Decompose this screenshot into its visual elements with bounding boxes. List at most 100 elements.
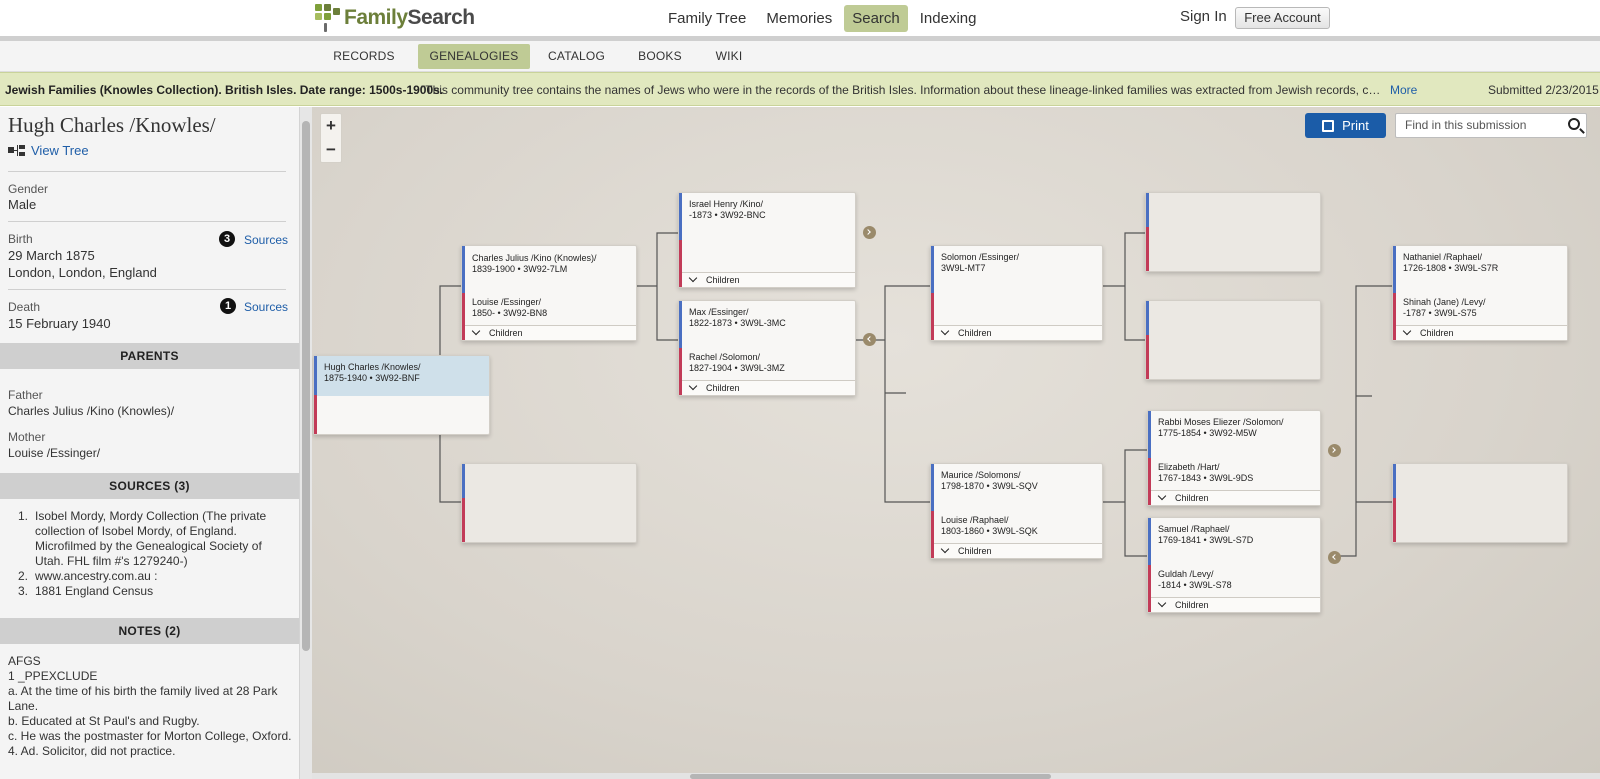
nav-indexing[interactable]: Indexing bbox=[912, 5, 985, 32]
couple-card-parents[interactable]: Charles Julius /Kino (Knowles)/ 1839-190… bbox=[461, 245, 637, 341]
expand-ancestors-arrow-icon[interactable] bbox=[863, 226, 876, 239]
children-toggle[interactable]: Children bbox=[1396, 325, 1567, 340]
empty-couple-card[interactable] bbox=[1145, 192, 1321, 272]
gender-label: Gender bbox=[8, 182, 49, 196]
empty-couple-card[interactable] bbox=[1392, 463, 1568, 543]
pedigree-canvas[interactable]: + − Print Find in this submission Hugh C… bbox=[312, 107, 1600, 779]
subnav-genealogies[interactable]: GENEALOGIES bbox=[418, 44, 530, 69]
collection-title: Jewish Families (Knowles Collection). Br… bbox=[5, 83, 444, 97]
scrollbar-thumb[interactable] bbox=[690, 774, 1051, 779]
print-button[interactable]: Print bbox=[1305, 113, 1386, 138]
children-label: Children bbox=[489, 328, 523, 338]
tree-logo-icon bbox=[315, 4, 341, 32]
card-father[interactable]: Samuel /Raphael/ 1769-1841 • 3W9L-S7D bbox=[1158, 524, 1253, 546]
scrollbar-thumb[interactable] bbox=[302, 121, 310, 651]
children-label: Children bbox=[958, 546, 992, 556]
couple-card-solomon-essinger[interactable]: Solomon /Essinger/ 3W9L-MT7 Children bbox=[930, 245, 1103, 341]
couple-card-nathaniel-raphael[interactable]: Nathaniel /Raphael/ 1726-1808 • 3W9L-S7R… bbox=[1392, 245, 1568, 341]
subnav-wiki[interactable]: WIKI bbox=[707, 44, 751, 69]
card-father[interactable]: Charles Julius /Kino (Knowles)/ 1839-190… bbox=[472, 253, 597, 275]
card-mother[interactable]: Elizabeth /Hart/ 1767-1843 • 3W9L-9DS bbox=[1158, 462, 1253, 484]
sources-header: SOURCES (3) bbox=[0, 473, 299, 499]
person-name: Solomon /Essinger/ bbox=[941, 252, 1020, 262]
children-label: Children bbox=[706, 275, 740, 285]
empty-couple-card[interactable] bbox=[1145, 300, 1321, 380]
main-nav: Family Tree Memories Search Indexing bbox=[660, 3, 988, 33]
children-toggle[interactable]: Children bbox=[682, 380, 855, 395]
left-panel-scrollbar[interactable] bbox=[299, 107, 312, 779]
person-info: 1827-1904 • 3W9L-3MZ bbox=[689, 363, 785, 373]
nav-memories[interactable]: Memories bbox=[758, 5, 840, 32]
card-mother[interactable]: Rachel /Solomon/ 1827-1904 • 3W9L-3MZ bbox=[689, 352, 785, 374]
zoom-out-button[interactable]: − bbox=[321, 138, 341, 162]
nav-family-tree[interactable]: Family Tree bbox=[660, 5, 754, 32]
nav-search[interactable]: Search bbox=[844, 4, 908, 32]
card-father[interactable]: Hugh Charles /Knowles/ 1875-1940 • 3W92-… bbox=[324, 362, 421, 384]
children-toggle[interactable]: Children bbox=[682, 272, 855, 287]
subnav-records[interactable]: RECORDS bbox=[328, 44, 400, 69]
card-father[interactable]: Max /Essinger/ 1822-1873 • 3W9L-3MC bbox=[689, 307, 786, 329]
couple-card-moses-solomon[interactable]: Rabbi Moses Eliezer /Solomon/ 1775-1854 … bbox=[1147, 410, 1321, 506]
find-in-submission-input[interactable]: Find in this submission bbox=[1395, 113, 1587, 138]
card-mother[interactable]: Guldah /Levy/ -1814 • 3W9L-S78 bbox=[1158, 569, 1232, 591]
children-label: Children bbox=[1175, 600, 1209, 610]
card-mother[interactable]: Louise /Raphael/ 1803-1860 • 3W9L-SQK bbox=[941, 515, 1038, 537]
children-toggle[interactable]: Children bbox=[934, 543, 1102, 558]
expand-ancestors-arrow-icon[interactable] bbox=[1328, 444, 1341, 457]
person-card-root[interactable]: Hugh Charles /Knowles/ 1875-1940 • 3W92-… bbox=[313, 355, 490, 435]
empty-couple-card[interactable] bbox=[461, 463, 637, 543]
more-link[interactable]: More bbox=[1390, 83, 1417, 97]
familysearch-logo[interactable]: FamilySearch bbox=[315, 3, 475, 33]
card-father[interactable]: Rabbi Moses Eliezer /Solomon/ 1775-1854 … bbox=[1158, 417, 1284, 439]
children-toggle[interactable]: Children bbox=[1151, 490, 1320, 505]
chevron-down-icon bbox=[688, 273, 698, 283]
card-mother[interactable]: Louise /Essinger/ 1850- • 3W92-BN8 bbox=[472, 297, 547, 319]
children-toggle[interactable]: Children bbox=[465, 325, 636, 340]
note-line: b. Educated at St Paul's and Rugby. bbox=[8, 714, 200, 728]
card-father[interactable]: Nathaniel /Raphael/ 1726-1808 • 3W9L-S7R bbox=[1403, 252, 1498, 274]
divider bbox=[8, 289, 286, 290]
note-line: AFGS bbox=[8, 654, 41, 668]
couple-card-solomons[interactable]: Maurice /Solomons/ 1798-1870 • 3W9L-SQV … bbox=[930, 463, 1103, 559]
search-icon[interactable] bbox=[1568, 118, 1580, 130]
view-tree-label: View Tree bbox=[31, 143, 89, 158]
zoom-in-button[interactable]: + bbox=[321, 114, 341, 138]
card-mother[interactable]: Shinah (Jane) /Levy/ -1787 • 3W9L-S75 bbox=[1403, 297, 1486, 319]
chevron-down-icon bbox=[1402, 326, 1412, 336]
subnav-catalog[interactable]: CATALOG bbox=[540, 44, 613, 69]
couple-card-samuel-raphael[interactable]: Samuel /Raphael/ 1769-1841 • 3W9L-S7D Gu… bbox=[1147, 517, 1321, 613]
person-info: -1787 • 3W9L-S75 bbox=[1403, 308, 1477, 318]
card-father[interactable]: Israel Henry /Kino/ -1873 • 3W92-BNC bbox=[689, 199, 766, 221]
couple-card-kino[interactable]: Israel Henry /Kino/ -1873 • 3W92-BNC Chi… bbox=[678, 192, 856, 288]
collection-banner: Jewish Families (Knowles Collection). Br… bbox=[0, 72, 1600, 106]
free-account-button[interactable]: Free Account bbox=[1235, 7, 1330, 29]
sign-in-link[interactable]: Sign In bbox=[1180, 8, 1227, 25]
children-toggle[interactable]: Children bbox=[934, 325, 1102, 340]
card-father[interactable]: Maurice /Solomons/ 1798-1870 • 3W9L-SQV bbox=[941, 470, 1038, 492]
death-sources-link[interactable]: Sources bbox=[244, 300, 288, 314]
top-header: FamilySearch Family Tree Memories Search… bbox=[0, 0, 1600, 36]
person-name: Maurice /Solomons/ bbox=[941, 470, 1021, 480]
children-toggle[interactable]: Children bbox=[1151, 597, 1320, 612]
note-line: a. At the time of his birth the family l… bbox=[8, 684, 278, 713]
canvas-horizontal-scrollbar[interactable] bbox=[312, 773, 1600, 779]
person-name: Louise /Essinger/ bbox=[472, 297, 542, 307]
sources-list: 1. Isobel Mordy, Mordy Collection (The pr… bbox=[18, 509, 293, 599]
person-name: Israel Henry /Kino/ bbox=[689, 199, 764, 209]
children-label: Children bbox=[1175, 493, 1209, 503]
source-item: 3. 1881 England Census bbox=[18, 584, 154, 598]
collapse-ancestors-arrow-icon[interactable] bbox=[1328, 551, 1341, 564]
person-info: 1822-1873 • 3W9L-3MC bbox=[689, 318, 786, 328]
birth-sources-link[interactable]: Sources bbox=[244, 233, 288, 247]
card-father[interactable]: Solomon /Essinger/ 3W9L-MT7 bbox=[941, 252, 1019, 274]
person-info: 1775-1854 • 3W92-M5W bbox=[1158, 428, 1257, 438]
person-info: 1839-1900 • 3W92-7LM bbox=[472, 264, 568, 274]
person-name: Samuel /Raphael/ bbox=[1158, 524, 1230, 534]
couple-card-essinger[interactable]: Max /Essinger/ 1822-1873 • 3W9L-3MC Rach… bbox=[678, 300, 856, 396]
mother-label: Mother bbox=[8, 430, 46, 444]
view-tree-link[interactable]: View Tree bbox=[8, 143, 89, 158]
person-info: 1798-1870 • 3W9L-SQV bbox=[941, 481, 1038, 491]
collapse-ancestors-arrow-icon[interactable] bbox=[863, 333, 876, 346]
person-info: 1769-1841 • 3W9L-S7D bbox=[1158, 535, 1254, 545]
subnav-books[interactable]: BOOKS bbox=[630, 44, 690, 69]
